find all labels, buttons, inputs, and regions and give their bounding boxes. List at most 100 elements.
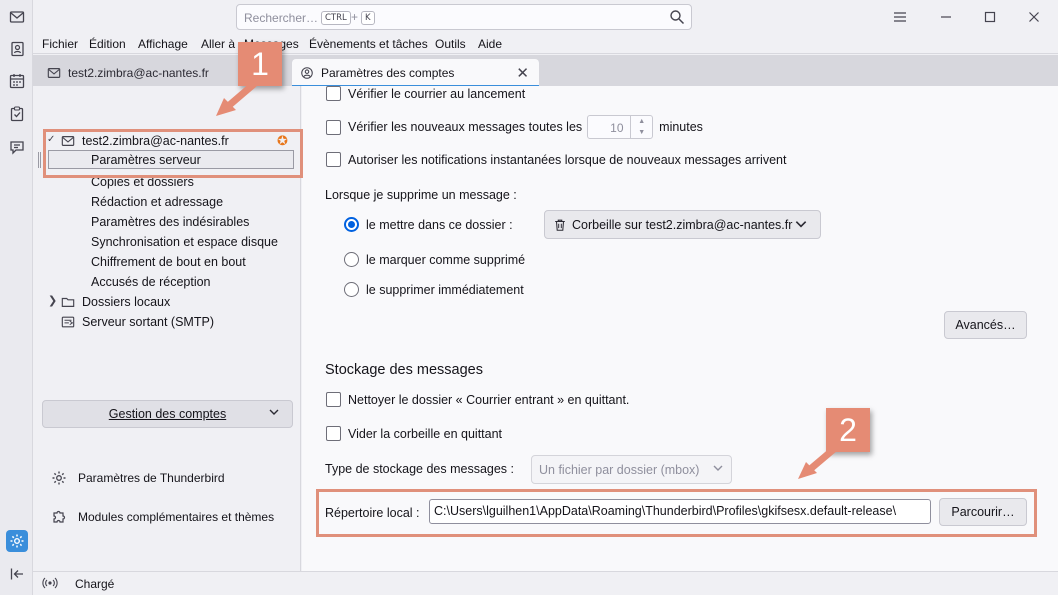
maximize-icon[interactable] (981, 8, 999, 26)
search-input[interactable]: Rechercher… CTRL + K (236, 4, 692, 30)
close-window-icon[interactable] (1025, 8, 1043, 26)
stepper-down-icon[interactable]: ▼ (630, 127, 652, 138)
tab-account-settings[interactable]: Paramètres des comptes ✕ (292, 59, 539, 86)
local-folders-row[interactable]: Dossiers locaux (61, 292, 170, 311)
trash-folder-value: Corbeille sur test2.zimbra@ac-nantes.fr (572, 217, 793, 232)
close-tab-icon[interactable]: ✕ (516, 64, 529, 82)
advanced-label: Avancés… (955, 318, 1016, 332)
highlight-box-account (43, 129, 303, 178)
callout-arrow-2 (798, 446, 838, 479)
app-menu-icon[interactable] (891, 8, 909, 26)
menu-tools[interactable]: Outils (435, 37, 466, 51)
empty-trash-row[interactable]: Vider la corbeille en quittant (326, 426, 502, 441)
manage-accounts-label: Gestion des comptes (108, 407, 227, 421)
delete-immediately-label: le supprimer immédiatement (366, 282, 524, 297)
sidebar-item-e2e[interactable]: Chiffrement de bout en bout (91, 252, 246, 271)
move-to-folder-label: le mettre dans ce dossier : (366, 217, 513, 232)
check-every-prefix: Vérifier les nouveaux messages toutes le… (348, 120, 583, 134)
sidebar-item-label: Accusés de réception (91, 274, 211, 289)
outgoing-server-icon (61, 316, 75, 327)
menu-file[interactable]: Fichier (42, 37, 78, 51)
chevron-down-icon (794, 217, 813, 234)
local-folders-label: Dossiers locaux (82, 294, 171, 309)
chat-icon[interactable] (6, 136, 28, 158)
highlight-box-local-dir (316, 489, 1037, 537)
search-placeholder: Rechercher… (244, 11, 319, 25)
check-startup-row[interactable]: Vérifier le courrier au lancement (326, 86, 525, 101)
status-bar: Chargé (33, 571, 1058, 595)
delete-immediately-row[interactable]: le supprimer immédiatement (344, 282, 524, 297)
check-every-row[interactable]: Vérifier les nouveaux messages toutes le… (326, 114, 703, 140)
push-notifications-checkbox[interactable] (326, 152, 341, 167)
k-key-hint: K (361, 11, 375, 25)
menu-help[interactable]: Aide (478, 37, 502, 51)
callout-badge-1: 1 (238, 42, 282, 86)
calendar-icon[interactable] (6, 70, 28, 92)
search-icon[interactable] (669, 9, 685, 25)
puzzle-icon (53, 510, 66, 523)
menu-bar: Fichier Édition Affichage Aller à Messag… (33, 34, 1058, 54)
sidebar-item-sync[interactable]: Synchronisation et espace disque (91, 232, 278, 251)
tab-bar: test2.zimbra@ac-nantes.fr Paramètres des… (33, 55, 1058, 86)
thunderbird-settings-link[interactable]: Paramètres de Thunderbird (51, 468, 225, 488)
mark-deleted-label: le marquer comme supprimé (366, 252, 526, 267)
mark-deleted-radio[interactable] (344, 252, 359, 267)
minimize-icon[interactable] (937, 8, 955, 26)
chevron-down-icon (268, 406, 280, 421)
sidebar-item-composition[interactable]: Rédaction et adressage (91, 192, 223, 211)
sidebar-item-receipts[interactable]: Accusés de réception (91, 272, 211, 291)
trash-folder-select[interactable]: Corbeille sur test2.zimbra@ac-nantes.fr (544, 210, 821, 239)
tab-settings-label: Paramètres des comptes (321, 65, 455, 80)
addons-label: Modules complémentaires et thèmes (78, 510, 275, 524)
gear-icon (52, 471, 66, 485)
addons-link[interactable]: Modules complémentaires et thèmes (51, 507, 274, 527)
delete-heading: Lorsque je supprime un message : (325, 188, 517, 202)
check-every-checkbox[interactable] (326, 119, 341, 135)
storage-type-value: Un fichier par dossier (mbox) (539, 462, 700, 477)
sidebar-item-junk[interactable]: Paramètres des indésirables (91, 212, 249, 231)
empty-trash-label: Vider la corbeille en quittant (348, 426, 503, 441)
menu-go[interactable]: Aller à (201, 37, 235, 51)
check-startup-checkbox[interactable] (326, 86, 341, 101)
tab-mail-label: test2.zimbra@ac-nantes.fr (68, 65, 209, 80)
collapse-spaces-icon[interactable] (6, 563, 28, 585)
move-to-folder-radio[interactable] (344, 217, 359, 232)
sidebar-item-label: Chiffrement de bout en bout (91, 254, 246, 269)
chevron-right-icon[interactable]: ❯ (48, 294, 57, 307)
storage-heading: Stockage des messages (325, 362, 483, 378)
move-to-folder-row[interactable]: le mettre dans ce dossier : (344, 217, 513, 232)
advanced-button[interactable]: Avancés… (944, 311, 1027, 339)
delete-immediately-radio[interactable] (344, 282, 359, 297)
manage-accounts-button[interactable]: Gestion des comptes (42, 400, 293, 428)
account-settings-icon (301, 66, 313, 79)
cleanup-inbox-label: Nettoyer le dossier « Courrier entrant »… (348, 392, 630, 407)
menu-view[interactable]: Affichage (138, 37, 188, 51)
callout-arrow-1 (216, 82, 258, 116)
cleanup-inbox-checkbox[interactable] (326, 392, 341, 407)
check-startup-label: Vérifier le courrier au lancement (348, 86, 526, 101)
status-text: Chargé (75, 577, 115, 591)
address-book-icon[interactable] (6, 38, 28, 60)
folder-icon (61, 297, 75, 307)
title-bar: Rechercher… CTRL + K (33, 0, 1058, 34)
trash-icon (555, 219, 565, 231)
cleanup-inbox-row[interactable]: Nettoyer le dossier « Courrier entrant »… (326, 392, 629, 407)
tab-mail-account[interactable]: test2.zimbra@ac-nantes.fr (47, 59, 209, 86)
menu-events-tasks[interactable]: Évènements et tâches (309, 37, 428, 51)
minutes-value: 10 (610, 121, 624, 135)
menu-edit[interactable]: Édition (89, 37, 126, 51)
empty-trash-checkbox[interactable] (326, 426, 341, 441)
mail-space-icon[interactable] (6, 6, 28, 28)
minutes-stepper[interactable]: 10 ▲ ▼ (587, 115, 654, 139)
key-plus: + (351, 10, 359, 24)
push-notifications-row[interactable]: Autoriser les notifications instantanées… (326, 152, 786, 167)
spaces-toolbar (0, 0, 33, 595)
online-status-icon[interactable] (42, 576, 58, 590)
mark-deleted-row[interactable]: le marquer comme supprimé (344, 252, 525, 267)
settings-gear-icon[interactable] (6, 530, 28, 552)
splitter-handle[interactable] (38, 152, 41, 168)
tasks-icon[interactable] (6, 103, 28, 125)
sidebar-item-label: Rédaction et adressage (91, 194, 224, 209)
smtp-row[interactable]: Serveur sortant (SMTP) (61, 312, 214, 331)
stepper-up-icon[interactable]: ▲ (630, 116, 652, 127)
